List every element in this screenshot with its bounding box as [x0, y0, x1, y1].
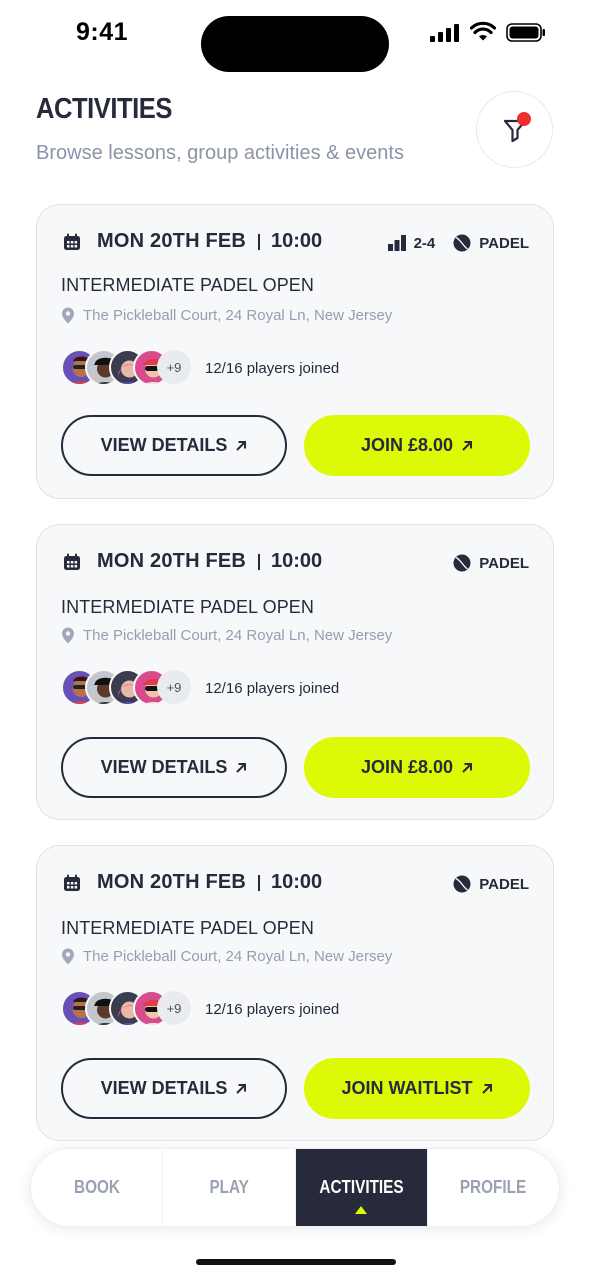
more-players-badge: +9: [157, 350, 191, 384]
cellular-signal-icon: [430, 24, 459, 42]
page-subtitle: Browse lessons, group activities & event…: [36, 142, 404, 164]
dynamic-island: [201, 16, 389, 72]
tab-book[interactable]: BOOK: [31, 1149, 164, 1226]
join-button[interactable]: JOIN £8.00: [304, 415, 530, 476]
battery-icon: [506, 23, 545, 42]
status-bar: 9:41: [0, 0, 590, 72]
tab-book-label: BOOK: [73, 1177, 120, 1197]
bottom-tab-bar: BOOK PLAY ACTIVITIES PROFILE: [30, 1148, 560, 1227]
card-location: The Pickleball Court, 24 Royal Ln, New J…: [61, 307, 392, 324]
card-sport: PADEL: [479, 234, 529, 252]
tab-profile[interactable]: PROFILE: [428, 1149, 559, 1226]
view-details-label: VIEW DETAILS: [100, 757, 228, 777]
active-tab-indicator-icon: [355, 1206, 368, 1214]
players-joined-text: 12/16 players joined: [205, 359, 340, 377]
card-level: 2-4: [413, 234, 436, 252]
location-pin-icon: [62, 307, 74, 324]
calendar-icon: [64, 233, 80, 250]
arrow-up-right-icon: [236, 440, 247, 451]
card-sport: PADEL: [479, 875, 529, 893]
tab-play[interactable]: PLAY: [163, 1149, 296, 1226]
view-details-button[interactable]: VIEW DETAILS: [61, 1058, 287, 1119]
join-waitlist-button[interactable]: JOIN WAITLIST: [304, 1058, 530, 1119]
filter-button[interactable]: [476, 91, 553, 168]
date-divider: [258, 554, 260, 570]
view-details-label: VIEW DETAILS: [100, 435, 228, 455]
arrow-up-right-icon: [481, 1083, 492, 1094]
calendar-icon: [64, 874, 80, 891]
card-date: MON 20TH FEB: [97, 550, 247, 572]
join-label: JOIN £8.00: [360, 435, 454, 455]
card-location-text: The Pickleball Court, 24 Royal Ln, New J…: [83, 307, 393, 324]
padel-ball-icon: [453, 554, 471, 572]
view-details-label: VIEW DETAILS: [100, 1078, 228, 1098]
join-waitlist-label: JOIN WAITLIST: [341, 1078, 473, 1098]
card-location-text: The Pickleball Court, 24 Royal Ln, New J…: [83, 948, 393, 965]
card-date: MON 20TH FEB: [97, 230, 247, 252]
arrow-up-right-icon: [462, 440, 473, 451]
page-title: ACTIVITIES: [36, 93, 172, 125]
more-players-badge: +9: [157, 670, 191, 704]
tab-play-label: PLAY: [209, 1177, 249, 1197]
card-date: MON 20TH FEB: [97, 871, 247, 893]
tab-profile-label: PROFILE: [460, 1177, 527, 1197]
arrow-up-right-icon: [236, 1083, 247, 1094]
card-time: 10:00: [271, 550, 323, 572]
level-bars-icon: [387, 235, 406, 251]
view-details-button[interactable]: VIEW DETAILS: [61, 737, 287, 798]
location-pin-icon: [62, 948, 74, 965]
padel-ball-icon: [453, 234, 471, 252]
players-row: +9 12/16 players joined: [61, 990, 339, 1028]
card-title: INTERMEDIATE PADEL OPEN: [61, 918, 315, 938]
players-row: +9 12/16 players joined: [61, 669, 339, 707]
players-joined-text: 12/16 players joined: [205, 1000, 340, 1018]
filter-notification-dot: [517, 112, 531, 126]
calendar-icon: [64, 553, 80, 570]
date-divider: [258, 234, 260, 250]
activity-card: MON 20TH FEB 10:00 2-4 PADEL INTERMEDIAT…: [36, 204, 554, 499]
card-location: The Pickleball Court, 24 Royal Ln, New J…: [61, 948, 392, 965]
activity-card: MON 20TH FEB 10:00 PADEL INTERMEDIATE PA…: [36, 845, 554, 1141]
view-details-button[interactable]: VIEW DETAILS: [61, 415, 287, 476]
card-location-text: The Pickleball Court, 24 Royal Ln, New J…: [83, 627, 393, 644]
date-divider: [258, 875, 260, 891]
card-time: 10:00: [271, 230, 323, 252]
card-location: The Pickleball Court, 24 Royal Ln, New J…: [61, 627, 392, 644]
tab-activities-label: ACTIVITIES: [319, 1177, 404, 1197]
location-pin-icon: [62, 627, 74, 644]
arrow-up-right-icon: [236, 762, 247, 773]
activity-card: MON 20TH FEB 10:00 PADEL INTERMEDIATE PA…: [36, 524, 554, 820]
padel-ball-icon: [453, 875, 471, 893]
players-row: +9 12/16 players joined: [61, 349, 339, 387]
card-title: INTERMEDIATE PADEL OPEN: [61, 275, 315, 295]
card-title: INTERMEDIATE PADEL OPEN: [61, 597, 315, 617]
arrow-up-right-icon: [462, 762, 473, 773]
more-players-badge: +9: [157, 991, 191, 1025]
join-button[interactable]: JOIN £8.00: [304, 737, 530, 798]
join-label: JOIN £8.00: [360, 757, 454, 777]
card-time: 10:00: [271, 871, 323, 893]
home-indicator: [196, 1259, 396, 1265]
tab-activities[interactable]: ACTIVITIES: [295, 1149, 428, 1226]
wifi-icon: [470, 21, 496, 41]
status-time: 9:41: [76, 18, 129, 46]
players-joined-text: 12/16 players joined: [205, 679, 340, 697]
card-sport: PADEL: [479, 554, 529, 572]
